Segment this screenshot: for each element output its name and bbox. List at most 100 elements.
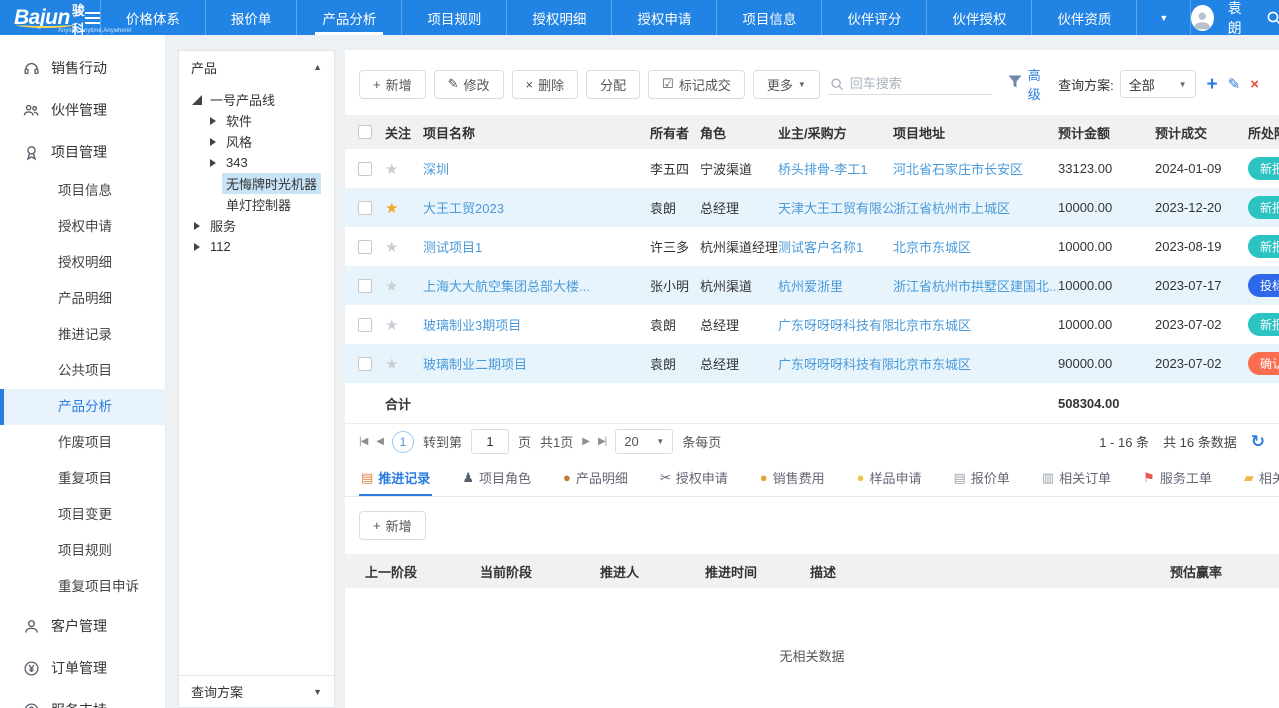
row-checkbox[interactable]	[358, 240, 372, 254]
sidebar-subitem-产品分析[interactable]: 产品分析	[0, 389, 165, 425]
nav-item[interactable]: 授权申请	[611, 0, 716, 35]
buyer-link[interactable]: 杭州爱浙里	[778, 279, 843, 294]
tree-expander-icon[interactable]	[191, 94, 203, 106]
page-input[interactable]	[471, 429, 509, 454]
project-name-link[interactable]: 深圳	[423, 162, 449, 177]
row-checkbox[interactable]	[358, 201, 372, 215]
nav-item[interactable]: 项目信息	[716, 0, 821, 35]
star-icon[interactable]: ★	[385, 200, 398, 217]
address-link[interactable]: 北京市东城区	[893, 318, 971, 333]
tab-报价单[interactable]: ▤报价单	[952, 459, 1012, 496]
sidebar-item-伙伴管理[interactable]: 伙伴管理	[0, 89, 165, 131]
first-page-icon[interactable]: |◀	[359, 436, 367, 447]
tree-node[interactable]: 软件	[183, 110, 330, 131]
project-name-link[interactable]: 大王工贸2023	[423, 201, 504, 216]
tree-expander-icon[interactable]	[207, 115, 219, 127]
nav-item[interactable]: 伙伴资质	[1031, 0, 1136, 35]
add-scheme-icon[interactable]: +	[1207, 75, 1218, 94]
tree-node[interactable]: 单灯控制器	[183, 194, 330, 215]
assign-button[interactable]: 分配	[586, 70, 640, 99]
prev-page-icon[interactable]: ◀	[376, 436, 383, 447]
tab-产品明细[interactable]: ●产品明细	[561, 459, 630, 496]
sidebar-subitem-作废项目[interactable]: 作废项目	[0, 425, 165, 461]
row-checkbox[interactable]	[358, 279, 372, 293]
tab-样品申请[interactable]: ●样品申请	[855, 459, 924, 496]
tab-销售费用[interactable]: ●销售费用	[758, 459, 827, 496]
sidebar-subitem-授权申请[interactable]: 授权申请	[0, 209, 165, 245]
delete-scheme-icon[interactable]: ×	[1250, 76, 1259, 93]
buyer-link[interactable]: 测试客户名称1	[778, 240, 863, 255]
user-name[interactable]: 袁朗	[1228, 0, 1252, 38]
sidebar-subitem-项目规则[interactable]: 项目规则	[0, 533, 165, 569]
tree-node[interactable]: 一号产品线	[183, 89, 330, 110]
sidebar-subitem-推进记录[interactable]: 推进记录	[0, 317, 165, 353]
tree-expander-icon[interactable]	[207, 136, 219, 148]
advanced-search-link[interactable]: 高级	[1028, 65, 1048, 103]
nav-item[interactable]: 价格体系	[100, 0, 205, 35]
star-icon[interactable]: ★	[385, 317, 398, 334]
sidebar-item-项目管理[interactable]: 项目管理	[0, 131, 165, 173]
current-page[interactable]: 1	[392, 431, 414, 453]
table-row[interactable]: ★玻璃制业二期项目袁朗总经理广东呀呀呀科技有限...北京市东城区90000.00…	[345, 344, 1279, 383]
sidebar-subitem-重复项目申诉[interactable]: 重复项目申诉	[0, 569, 165, 605]
star-icon[interactable]: ★	[385, 278, 398, 295]
tree-node[interactable]: 112	[183, 236, 330, 257]
scheme-select[interactable]: 全部 ▼	[1120, 70, 1196, 98]
search-icon[interactable]	[1266, 9, 1279, 27]
nav-item[interactable]: 报价单	[205, 0, 297, 35]
search-input[interactable]	[850, 76, 990, 91]
address-link[interactable]: 河北省石家庄市长安区	[893, 162, 1023, 177]
add-button[interactable]: +新增	[359, 70, 426, 99]
project-name-link[interactable]: 玻璃制业二期项目	[423, 357, 527, 372]
address-link[interactable]: 北京市东城区	[893, 357, 971, 372]
star-icon[interactable]: ★	[385, 161, 398, 178]
select-all-checkbox[interactable]	[358, 125, 372, 139]
tree-expander-icon[interactable]	[207, 157, 219, 169]
tab-相关文件[interactable]: ▰相关文件	[1242, 459, 1279, 496]
edit-scheme-icon[interactable]: ✎	[1228, 75, 1241, 93]
nav-item[interactable]: 授权明细	[506, 0, 611, 35]
nav-item[interactable]: 伙伴授权	[926, 0, 1031, 35]
sidebar-subitem-授权明细[interactable]: 授权明细	[0, 245, 165, 281]
tab-相关订单[interactable]: ▥相关订单	[1040, 459, 1113, 496]
last-page-icon[interactable]: ▶|	[598, 436, 606, 447]
nav-more-chevron-down-icon[interactable]: ▼	[1136, 0, 1191, 35]
tab-服务工单[interactable]: ⚑服务工单	[1141, 459, 1214, 496]
address-link[interactable]: 北京市东城区	[893, 240, 971, 255]
sidebar-subitem-重复项目[interactable]: 重复项目	[0, 461, 165, 497]
star-icon[interactable]: ★	[385, 356, 398, 373]
nav-item[interactable]: 产品分析	[296, 0, 401, 35]
sidebar-item-客户管理[interactable]: 客户管理	[0, 605, 165, 647]
row-checkbox[interactable]	[358, 318, 372, 332]
buyer-link[interactable]: 广东呀呀呀科技有限...	[778, 357, 893, 372]
sidebar-subitem-产品明细[interactable]: 产品明细	[0, 281, 165, 317]
tree-node[interactable]: 343	[183, 152, 330, 173]
tree-expander-icon[interactable]	[191, 241, 203, 253]
address-link[interactable]: 浙江省杭州市上城区	[893, 201, 1010, 216]
detail-add-button[interactable]: +新增	[359, 511, 426, 540]
more-button[interactable]: 更多▼	[753, 70, 820, 99]
buyer-link[interactable]: 广东呀呀呀科技有限...	[778, 318, 893, 333]
tab-推进记录[interactable]: ▤推进记录	[359, 459, 432, 496]
sidebar-subitem-项目信息[interactable]: 项目信息	[0, 173, 165, 209]
row-checkbox[interactable]	[358, 357, 372, 371]
delete-button[interactable]: ×删除	[512, 70, 579, 99]
mark-deal-button[interactable]: ☑标记成交	[648, 70, 745, 99]
buyer-link[interactable]: 天津大王工贸有限公司	[778, 201, 893, 216]
filter-funnel-icon[interactable]	[1008, 75, 1022, 93]
star-icon[interactable]: ★	[385, 239, 398, 256]
sidebar-subitem-项目变更[interactable]: 项目变更	[0, 497, 165, 533]
tab-项目角色[interactable]: ♟项目角色	[460, 459, 533, 496]
row-checkbox[interactable]	[358, 162, 372, 176]
project-name-link[interactable]: 玻璃制业3期项目	[423, 318, 521, 333]
table-row[interactable]: ★玻璃制业3期项目袁朗总经理广东呀呀呀科技有限...北京市东城区10000.00…	[345, 305, 1279, 344]
project-name-link[interactable]: 测试项目1	[423, 240, 482, 255]
table-row[interactable]: ★大王工贸2023袁朗总经理天津大王工贸有限公司浙江省杭州市上城区10000.0…	[345, 188, 1279, 227]
sidebar-subitem-公共项目[interactable]: 公共项目	[0, 353, 165, 389]
buyer-link[interactable]: 桥头排骨-李工1	[778, 162, 868, 177]
tree-expander-icon[interactable]	[191, 220, 203, 232]
table-row[interactable]: ★测试项目1许三多杭州渠道经理测试客户名称1北京市东城区10000.002023…	[345, 227, 1279, 266]
page-size-select[interactable]: 20 ▼	[615, 429, 673, 454]
edit-button[interactable]: ✎修改	[434, 70, 504, 99]
table-row[interactable]: ★深圳李五四宁波渠道桥头排骨-李工1河北省石家庄市长安区33123.002024…	[345, 149, 1279, 188]
